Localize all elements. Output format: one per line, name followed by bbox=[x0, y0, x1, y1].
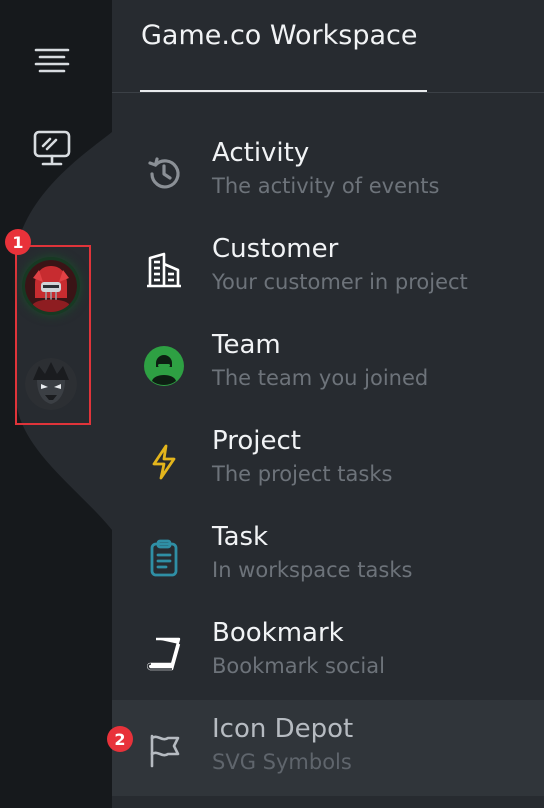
menu-item-title: Project bbox=[212, 426, 301, 456]
menu-item-subtitle: The team you joined bbox=[212, 366, 429, 390]
menu-item-title: Icon Depot bbox=[212, 714, 354, 744]
menu-item-title: Customer bbox=[212, 234, 339, 264]
menu-item-subtitle: In workspace tasks bbox=[212, 558, 413, 582]
flag-icon bbox=[142, 728, 186, 772]
lightning-icon bbox=[142, 440, 186, 484]
annotation-badge-2: 2 bbox=[107, 726, 133, 752]
workspace-title: Game.co Workspace bbox=[141, 20, 418, 51]
left-rail: 1 bbox=[0, 0, 112, 808]
clipboard-icon bbox=[142, 536, 186, 580]
menu-item-project[interactable]: Project The project tasks bbox=[112, 412, 544, 508]
annotation-badge-1: 1 bbox=[5, 229, 31, 255]
menu-item-title: Team bbox=[212, 330, 281, 360]
menu-item-bookmark[interactable]: Bookmark Bookmark social bbox=[112, 604, 544, 700]
red-knight-avatar[interactable] bbox=[25, 260, 77, 312]
menu-item-subtitle: SVG Symbols bbox=[212, 750, 352, 774]
workspace-panel: Game.co Workspace Activity The activity … bbox=[112, 0, 544, 808]
red-knight-avatar-image bbox=[25, 260, 77, 312]
display-button[interactable] bbox=[26, 124, 78, 172]
hamburger-menu-icon bbox=[34, 48, 70, 73]
menu-button[interactable] bbox=[28, 40, 76, 80]
menu-item-subtitle: Bookmark social bbox=[212, 654, 385, 678]
history-icon bbox=[142, 152, 186, 196]
dark-warrior-avatar-image bbox=[25, 358, 77, 410]
menu-item-title: Bookmark bbox=[212, 618, 344, 648]
header-divider bbox=[112, 92, 544, 93]
menu-item-subtitle: The project tasks bbox=[212, 462, 393, 486]
app-root: 1 Game.co Workspace Activity The activit… bbox=[0, 0, 544, 808]
menu-item-title: Activity bbox=[212, 138, 310, 168]
dark-warrior-avatar[interactable] bbox=[25, 358, 77, 410]
menu-item-title: Task bbox=[212, 522, 269, 552]
menu-item-customer[interactable]: Customer Your customer in project bbox=[112, 220, 544, 316]
monitor-icon bbox=[33, 130, 71, 166]
menu-item-subtitle: Your customer in project bbox=[212, 270, 468, 294]
menu-item-task[interactable]: Task In workspace tasks bbox=[112, 508, 544, 604]
menu-item-icon-depot[interactable]: Icon Depot SVG Symbols bbox=[112, 700, 544, 796]
building-icon bbox=[142, 248, 186, 292]
menu-item-activity[interactable]: Activity The activity of events bbox=[112, 124, 544, 220]
menu-item-subtitle: The activity of events bbox=[212, 174, 440, 198]
menu-item-team[interactable]: Team The team you joined bbox=[112, 316, 544, 412]
team-icon bbox=[142, 344, 186, 388]
book-icon bbox=[142, 632, 186, 676]
